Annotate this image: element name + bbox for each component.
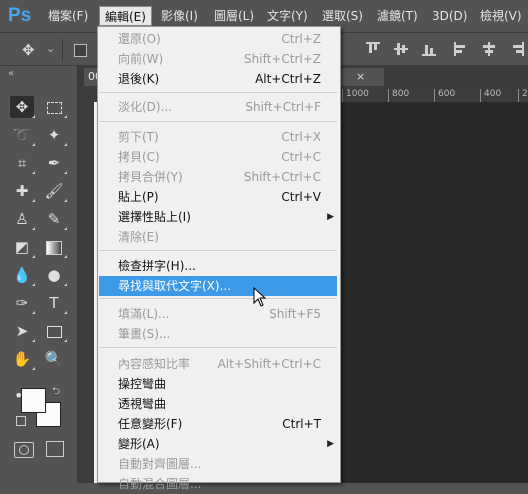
type-tool-icon[interactable]: T	[42, 292, 67, 314]
default-colors-icon[interactable]	[16, 416, 26, 426]
menu-type[interactable]: 文字(Y)	[262, 6, 313, 26]
mouse-pointer-icon	[253, 287, 267, 307]
menu-item-find-replace-text[interactable]: 尋找與取代文字(X)...	[99, 276, 337, 296]
quick-mask-icon[interactable]	[14, 442, 34, 458]
menu-edit[interactable]: 編輯(E)	[99, 6, 152, 26]
menu-item-undo[interactable]: 還原(O) Ctrl+Z	[98, 29, 340, 49]
collapse-panel-icon[interactable]: «	[8, 68, 14, 79]
align-left-icon[interactable]	[454, 42, 468, 56]
gradient-tool-icon[interactable]	[42, 236, 67, 258]
menu-item-auto-blend-layers[interactable]: 自動混合圖層...	[98, 474, 340, 494]
marquee-tool-icon[interactable]	[42, 96, 67, 118]
dodge-tool-icon[interactable]: ●	[42, 264, 67, 286]
menu-item-check-spelling[interactable]: 檢查拼字(H)...	[98, 256, 340, 276]
history-brush-tool-icon[interactable]: ✎	[42, 208, 67, 230]
healing-brush-tool-icon[interactable]: ✚	[10, 180, 35, 202]
menu-layer[interactable]: 圖層(L)	[209, 6, 259, 26]
eyedropper-tool-icon[interactable]: ✒	[42, 152, 67, 174]
menu-item-content-aware-scale[interactable]: 內容感知比率 Alt+Shift+Ctrl+C	[98, 354, 340, 374]
menu-filter[interactable]: 濾鏡(T)	[372, 6, 423, 26]
tool-preset-dropdown-icon[interactable]: ⌄	[46, 42, 55, 55]
menu-item-fill[interactable]: 填滿(L)... Shift+F5	[98, 304, 340, 324]
photoshop-logo: Ps	[8, 5, 32, 26]
menu-item-paste-special[interactable]: 選擇性貼上(I) ▶	[98, 207, 340, 227]
menu-item-step-forward[interactable]: 向前(W) Shift+Ctrl+Z	[98, 49, 340, 69]
align-right-icon[interactable]	[510, 42, 524, 56]
menu-item-stroke[interactable]: 筆畫(S)...	[98, 324, 340, 344]
menu-item-paste[interactable]: 貼上(P) Ctrl+V	[98, 187, 340, 207]
menu-item-transform[interactable]: 變形(A) ▶	[98, 434, 340, 454]
menu-separator	[99, 250, 337, 251]
foreground-color-swatch[interactable]	[21, 388, 46, 413]
menu-3d[interactable]: 3D(D)	[427, 6, 472, 26]
menu-separator	[99, 121, 337, 122]
crop-tool-icon[interactable]: ⌗	[10, 152, 35, 174]
edit-menu-dropdown: 還原(O) Ctrl+Z 向前(W) Shift+Ctrl+Z 退後(K) Alt+C…	[97, 26, 341, 491]
submenu-arrow-icon: ▶	[327, 212, 334, 222]
menu-image[interactable]: 影像(I)	[156, 6, 203, 26]
zoom-tool-icon[interactable]: 🔍	[42, 348, 66, 370]
screen-mode-icon[interactable]	[46, 441, 64, 457]
hand-tool-icon[interactable]: ✋	[10, 348, 35, 370]
menu-item-fade[interactable]: 淡化(D)... Shift+Ctrl+F	[98, 97, 340, 117]
rectangle-tool-icon[interactable]	[42, 320, 67, 342]
move-tool-icon[interactable]: ✥	[10, 96, 35, 118]
brush-tool-icon[interactable]: 🖌	[42, 180, 67, 202]
menu-item-puppet-warp[interactable]: 操控彎曲	[98, 374, 340, 394]
menu-item-copy[interactable]: 拷貝(C) Ctrl+C	[98, 147, 340, 167]
menu-item-step-backward[interactable]: 退後(K) Alt+Ctrl+Z	[98, 69, 340, 89]
menu-select[interactable]: 選取(S)	[317, 6, 368, 26]
submenu-arrow-icon: ▶	[327, 439, 334, 449]
ruler-tick: 600	[434, 89, 455, 102]
menu-item-auto-align-layers[interactable]: 自動對齊圖層...	[98, 454, 340, 474]
vertical-ruler	[78, 102, 95, 483]
menu-item-cut[interactable]: 剪下(T) Ctrl+X	[98, 127, 340, 147]
menu-view[interactable]: 檢視(V)	[475, 6, 527, 26]
close-tab-icon[interactable]: ×	[356, 68, 365, 86]
menu-separator	[99, 92, 337, 93]
eraser-tool-icon[interactable]: ◩	[10, 236, 35, 258]
align-top-icon[interactable]	[366, 42, 380, 56]
menu-file[interactable]: 檔案(F)	[43, 6, 93, 26]
align-hcenter-icon[interactable]	[482, 42, 496, 56]
ruler-tick: 1000	[342, 89, 369, 102]
move-tool-icon[interactable]: ✥	[22, 41, 35, 59]
path-selection-tool-icon[interactable]: ➤	[10, 320, 35, 342]
auto-select-checkbox[interactable]	[74, 44, 87, 57]
ruler-tick: 400	[480, 89, 501, 102]
menu-separator	[99, 298, 337, 299]
menu-item-copy-merged[interactable]: 拷貝合併(Y) Shift+Ctrl+C	[98, 167, 340, 187]
options-divider	[62, 39, 63, 61]
ruler-tick: 200	[518, 89, 528, 102]
pen-tool-icon[interactable]: ✑	[10, 292, 35, 314]
swap-colors-icon[interactable]: ⮌	[52, 384, 60, 401]
menu-item-free-transform[interactable]: 任意變形(F) Ctrl+T	[98, 414, 340, 434]
tools-panel: « ✥ ➰ ✦ ⌗ ✒ ✚ 🖌 ♙ ✎ ◩ 💧 ● ✑ T ➤ ✋ 🔍 ••• …	[0, 66, 78, 483]
menu-item-perspective-warp[interactable]: 透視彎曲	[98, 394, 340, 414]
lasso-tool-icon[interactable]: ➰	[10, 124, 35, 146]
ruler-tick: 800	[388, 89, 409, 102]
menu-item-clear[interactable]: 清除(E)	[98, 227, 340, 247]
clone-stamp-tool-icon[interactable]: ♙	[10, 208, 35, 230]
menu-separator	[99, 347, 337, 348]
align-bottom-icon[interactable]	[422, 42, 436, 56]
blur-tool-icon[interactable]: 💧	[10, 264, 35, 286]
magic-wand-tool-icon[interactable]: ✦	[42, 124, 67, 146]
align-vcenter-icon[interactable]	[394, 42, 408, 56]
